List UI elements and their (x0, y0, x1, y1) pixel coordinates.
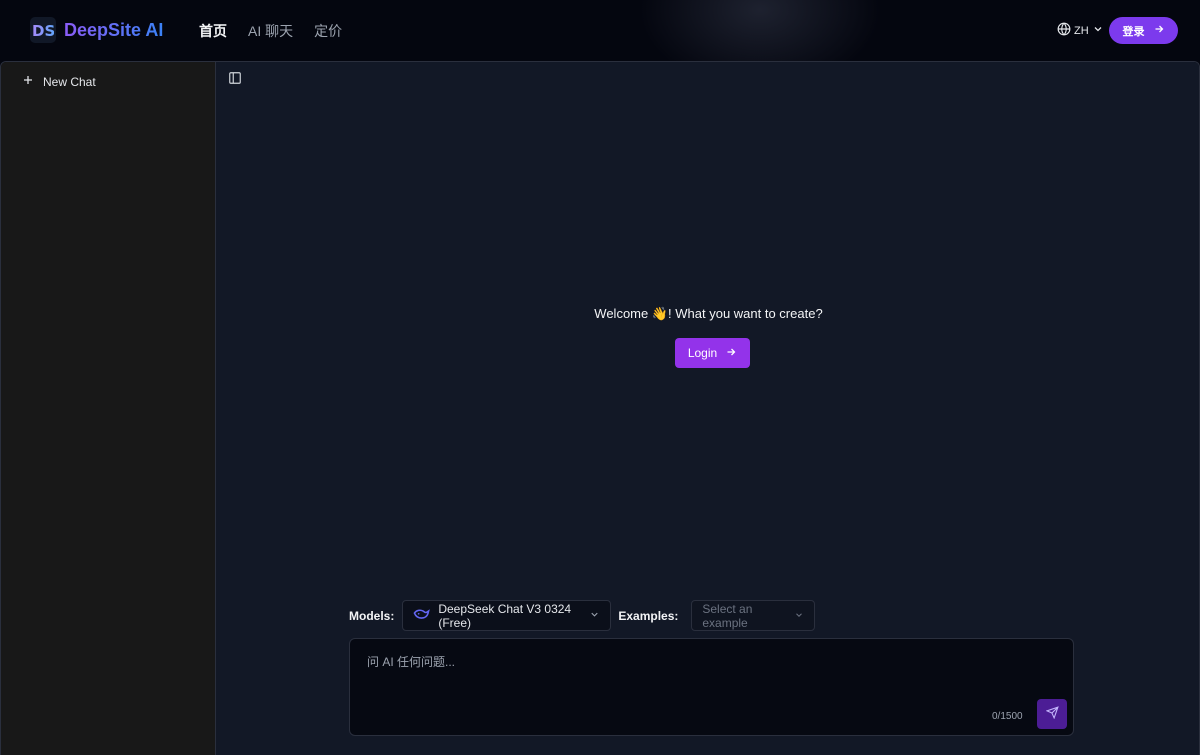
nav-home[interactable]: 首页 (199, 21, 227, 41)
send-icon (1045, 706, 1059, 722)
signin-label: 登录 (1122, 25, 1145, 38)
plus-icon (22, 74, 34, 89)
nav-pricing[interactable]: 定价 (314, 21, 342, 41)
login-button[interactable]: Login (675, 338, 750, 368)
char-counter: 0/1500 (992, 711, 1023, 722)
nav-ai-chat[interactable]: AI 聊天 (248, 21, 293, 41)
example-placeholder: Select an example (702, 601, 753, 630)
welcome-message: Welcome 👋! What you want to create? (594, 306, 823, 321)
new-chat-label: New Chat (43, 74, 96, 89)
logo-text: DeepSite AI (64, 19, 164, 40)
model-select[interactable]: DeepSeek Chat V3 0324 (Free) (402, 600, 612, 631)
signin-button[interactable]: 登录 (1109, 17, 1178, 44)
prompt-input[interactable] (350, 639, 1073, 735)
send-button[interactable] (1037, 699, 1067, 729)
arrow-right-icon (725, 346, 737, 361)
login-label: Login (687, 346, 718, 360)
example-select[interactable]: Select an example (691, 600, 816, 631)
globe-icon (1057, 22, 1071, 39)
prompt-box: 0/1500 (349, 638, 1074, 736)
language-switcher[interactable]: ZH (1057, 22, 1104, 39)
sidebar: New Chat (1, 62, 216, 755)
chevron-down-icon (794, 609, 804, 623)
model-value: DeepSeek Chat V3 0324 (Free) (438, 601, 572, 630)
sidebar-toggle-icon[interactable] (228, 71, 242, 85)
logo[interactable]: DS DeepSite AI (30, 17, 163, 43)
top-navbar: DS DeepSite AI 首页 AI 聊天 定价 ZH 登录 (0, 0, 1200, 61)
prompt-controls: Models: DeepSeek Chat V3 0324 (Free) Exa… (349, 600, 816, 631)
examples-label: Examples: (618, 608, 679, 623)
svg-text:DS: DS (32, 22, 54, 39)
new-chat-button[interactable]: New Chat (22, 74, 96, 89)
models-label: Models: (349, 608, 395, 623)
whale-icon (413, 608, 431, 624)
chevron-down-icon (589, 609, 600, 623)
app-shell: New Chat Welcome 👋! What you want to cre… (0, 61, 1200, 755)
language-code: ZH (1074, 24, 1089, 37)
chevron-down-icon (1092, 23, 1104, 38)
main-panel: Welcome 👋! What you want to create? Logi… (216, 62, 1199, 755)
logo-mark: DS (30, 17, 56, 43)
arrow-right-icon (1153, 23, 1165, 38)
main-nav: 首页 AI 聊天 定价 (199, 21, 342, 41)
